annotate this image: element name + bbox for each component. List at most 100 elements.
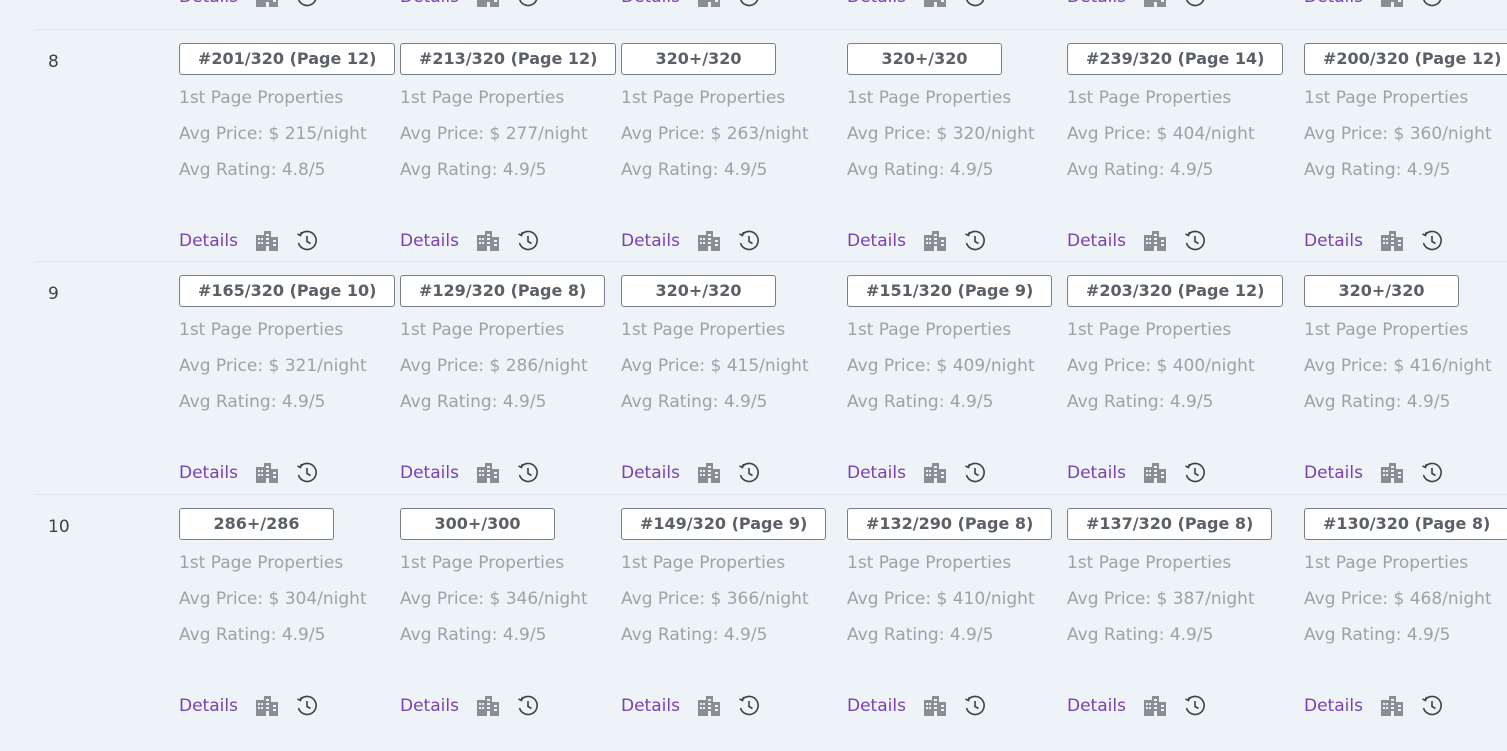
history-clock-icon[interactable] <box>296 462 318 484</box>
history-clock-icon[interactable] <box>517 230 539 252</box>
details-link[interactable]: Details <box>400 231 459 251</box>
rank-badge[interactable]: #137/320 (Page 8) <box>1067 508 1273 540</box>
avg-price: Avg Price: $ 304/night <box>179 589 367 609</box>
buildings-icon[interactable] <box>1380 696 1404 716</box>
rank-badge[interactable]: #213/320 (Page 12) <box>400 43 617 75</box>
history-clock-icon[interactable] <box>1184 462 1206 484</box>
cell-actions: Details <box>1067 230 1206 252</box>
rank-badge[interactable]: #165/320 (Page 10) <box>179 275 396 307</box>
rank-badge[interactable]: 286+/286 <box>179 508 334 540</box>
rank-cell: 300+/300 1st Page Properties Avg Price: $ … <box>400 508 588 716</box>
buildings-icon[interactable] <box>255 0 279 7</box>
buildings-icon[interactable] <box>923 0 947 7</box>
details-link[interactable]: Details <box>179 231 238 251</box>
buildings-icon[interactable] <box>923 696 947 716</box>
rank-cell: 286+/286 1st Page Properties Avg Price: $ … <box>179 508 367 716</box>
history-clock-icon[interactable] <box>1184 230 1206 252</box>
details-link[interactable]: Details <box>1304 0 1363 7</box>
history-clock-icon[interactable] <box>964 462 986 484</box>
cell-actions: Details <box>1304 230 1443 252</box>
avg-rating: Avg Rating: 4.9/5 <box>847 625 994 645</box>
details-link[interactable]: Details <box>1067 696 1126 716</box>
rank-badge[interactable]: #132/290 (Page 8) <box>847 508 1053 540</box>
history-clock-icon[interactable] <box>296 0 318 8</box>
history-clock-icon[interactable] <box>1421 462 1443 484</box>
avg-price: Avg Price: $ 400/night <box>1067 356 1255 376</box>
details-link[interactable]: Details <box>179 696 238 716</box>
buildings-icon[interactable] <box>697 696 721 716</box>
details-link[interactable]: Details <box>179 463 238 483</box>
history-clock-icon[interactable] <box>738 0 760 8</box>
details-link[interactable]: Details <box>1304 696 1363 716</box>
history-clock-icon[interactable] <box>738 230 760 252</box>
rank-badge[interactable]: 320+/320 <box>621 275 776 307</box>
details-link[interactable]: Details <box>621 696 680 716</box>
rank-badge[interactable]: 320+/320 <box>1304 275 1459 307</box>
buildings-icon[interactable] <box>697 463 721 483</box>
history-clock-icon[interactable] <box>1184 0 1206 8</box>
buildings-icon[interactable] <box>1143 463 1167 483</box>
buildings-icon[interactable] <box>697 0 721 7</box>
buildings-icon[interactable] <box>476 0 500 7</box>
history-clock-icon[interactable] <box>964 230 986 252</box>
details-link[interactable]: Details <box>1067 231 1126 251</box>
history-clock-icon[interactable] <box>1421 0 1443 8</box>
rank-badge[interactable]: #149/320 (Page 9) <box>621 508 827 540</box>
details-link[interactable]: Details <box>621 0 680 7</box>
rank-badge[interactable]: #130/320 (Page 8) <box>1304 508 1507 540</box>
buildings-icon[interactable] <box>1380 0 1404 7</box>
buildings-icon[interactable] <box>476 696 500 716</box>
rank-badge[interactable]: #201/320 (Page 12) <box>179 43 396 75</box>
buildings-icon[interactable] <box>1380 463 1404 483</box>
rank-badge[interactable]: #129/320 (Page 8) <box>400 275 606 307</box>
buildings-icon[interactable] <box>1380 231 1404 251</box>
buildings-icon[interactable] <box>255 696 279 716</box>
details-link[interactable]: Details <box>400 696 459 716</box>
history-clock-icon[interactable] <box>1184 695 1206 717</box>
rank-badge[interactable]: 320+/320 <box>847 43 1002 75</box>
details-link[interactable]: Details <box>1304 231 1363 251</box>
history-clock-icon[interactable] <box>517 462 539 484</box>
details-link[interactable]: Details <box>621 231 680 251</box>
details-link[interactable]: Details <box>1304 463 1363 483</box>
rank-badge[interactable]: #239/320 (Page 14) <box>1067 43 1284 75</box>
rank-badge[interactable]: #151/320 (Page 9) <box>847 275 1053 307</box>
history-clock-icon[interactable] <box>738 695 760 717</box>
details-link[interactable]: Details <box>1067 0 1126 7</box>
history-clock-icon[interactable] <box>738 462 760 484</box>
buildings-icon[interactable] <box>923 463 947 483</box>
cell-actions: Details <box>621 695 760 717</box>
history-clock-icon[interactable] <box>296 695 318 717</box>
buildings-icon[interactable] <box>1143 0 1167 7</box>
rank-badge[interactable]: 300+/300 <box>400 508 555 540</box>
buildings-icon[interactable] <box>255 231 279 251</box>
rank-badge[interactable]: #200/320 (Page 12) <box>1304 43 1507 75</box>
rank-badge[interactable]: #203/320 (Page 12) <box>1067 275 1284 307</box>
history-clock-icon[interactable] <box>517 0 539 8</box>
history-clock-icon[interactable] <box>1421 695 1443 717</box>
details-link[interactable]: Details <box>847 0 906 7</box>
buildings-icon[interactable] <box>1143 696 1167 716</box>
buildings-icon[interactable] <box>697 231 721 251</box>
buildings-icon[interactable] <box>476 231 500 251</box>
details-link[interactable]: Details <box>847 463 906 483</box>
avg-rating: Avg Rating: 4.9/5 <box>1304 160 1451 180</box>
details-link[interactable]: Details <box>400 463 459 483</box>
history-clock-icon[interactable] <box>964 695 986 717</box>
details-link[interactable]: Details <box>847 696 906 716</box>
details-link[interactable]: Details <box>1067 463 1126 483</box>
buildings-icon[interactable] <box>1143 231 1167 251</box>
rank-cell: #239/320 (Page 14) 1st Page Properties Avg… <box>1067 43 1284 251</box>
history-clock-icon[interactable] <box>964 0 986 8</box>
history-clock-icon[interactable] <box>296 230 318 252</box>
buildings-icon[interactable] <box>923 231 947 251</box>
rank-badge[interactable]: 320+/320 <box>621 43 776 75</box>
details-link[interactable]: Details <box>179 0 238 7</box>
history-clock-icon[interactable] <box>517 695 539 717</box>
buildings-icon[interactable] <box>476 463 500 483</box>
details-link[interactable]: Details <box>400 0 459 7</box>
buildings-icon[interactable] <box>255 463 279 483</box>
details-link[interactable]: Details <box>847 231 906 251</box>
history-clock-icon[interactable] <box>1421 230 1443 252</box>
details-link[interactable]: Details <box>621 463 680 483</box>
